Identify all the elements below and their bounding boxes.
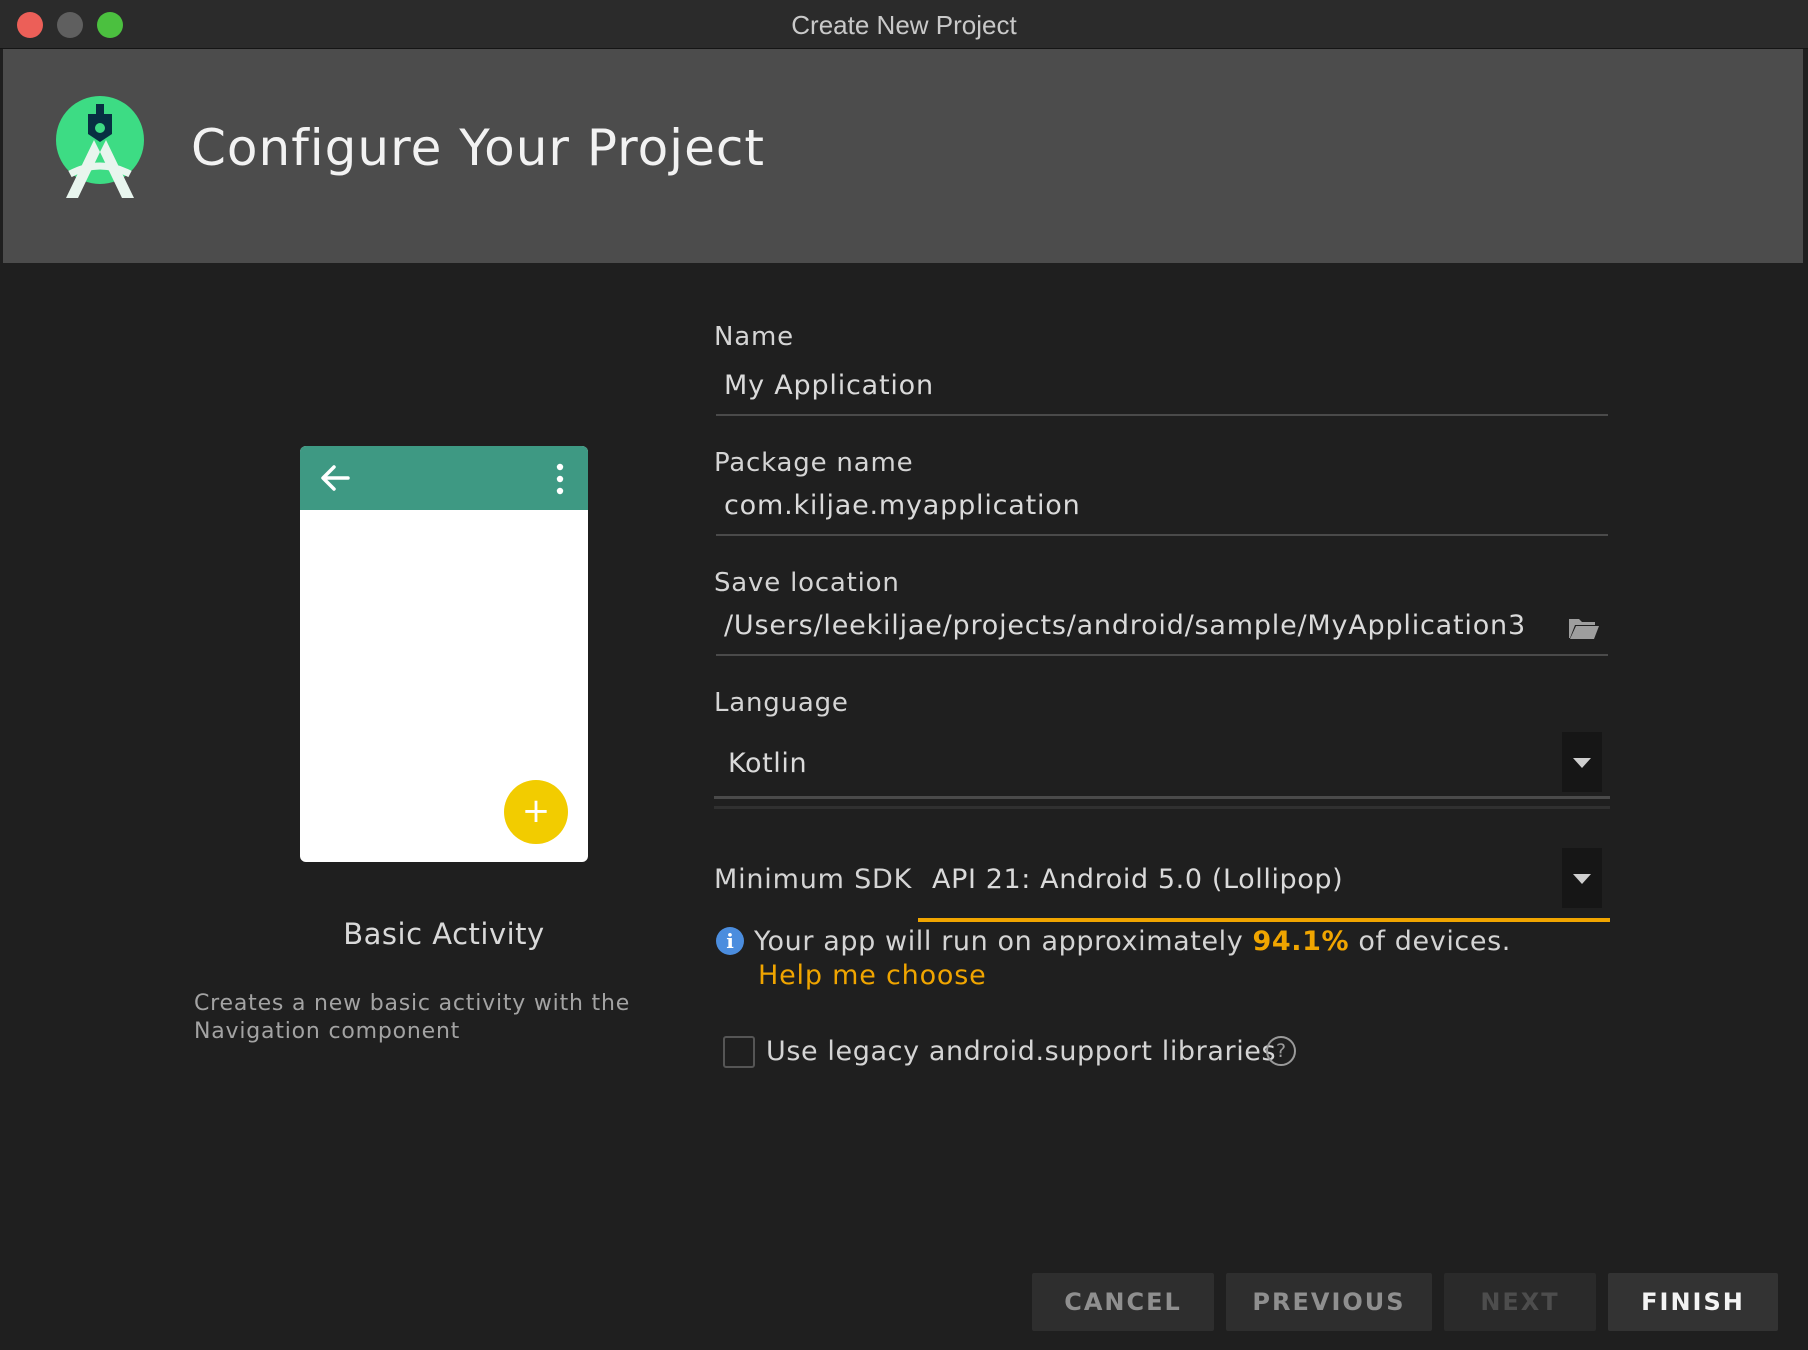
package-name-label: Package name xyxy=(714,448,914,478)
cancel-button[interactable]: CANCEL xyxy=(1032,1273,1214,1331)
language-label: Language xyxy=(714,688,849,718)
legacy-support-label[interactable]: Use legacy android.support libraries xyxy=(766,1036,1276,1067)
coverage-prefix: Your app will run on approximately xyxy=(754,926,1253,957)
preview-toolbar xyxy=(300,446,588,510)
save-location-input[interactable] xyxy=(724,610,1584,641)
minimum-sdk-value: API 21: Android 5.0 (Lollipop) xyxy=(932,864,1344,895)
wizard-header: Configure Your Project xyxy=(3,49,1803,263)
legacy-support-checkbox[interactable] xyxy=(723,1036,755,1068)
overflow-menu-icon xyxy=(556,463,564,495)
name-field[interactable] xyxy=(716,362,1608,416)
template-preview: + xyxy=(300,446,588,862)
coverage-suffix: of devices. xyxy=(1349,926,1511,957)
device-coverage-text: Your app will run on approximately 94.1%… xyxy=(754,926,1511,957)
section-divider xyxy=(714,806,1610,809)
create-project-window: Create New Project Configure Your Projec… xyxy=(0,0,1808,1350)
info-icon: i xyxy=(716,927,744,955)
title-bar: Create New Project xyxy=(0,0,1808,49)
package-name-field[interactable] xyxy=(716,482,1608,536)
template-name: Basic Activity xyxy=(343,917,545,951)
name-input[interactable] xyxy=(724,370,1584,401)
save-location-label: Save location xyxy=(714,568,900,598)
chevron-down-icon[interactable] xyxy=(1562,848,1602,908)
page-title: Configure Your Project xyxy=(191,119,765,177)
minimum-sdk-select[interactable]: API 21: Android 5.0 (Lollipop) xyxy=(918,848,1610,922)
name-label: Name xyxy=(714,322,794,352)
package-name-input[interactable] xyxy=(724,490,1584,521)
language-select[interactable]: Kotlin xyxy=(714,730,1610,799)
language-value: Kotlin xyxy=(728,748,808,779)
template-description: Creates a new basic activity with the Na… xyxy=(194,991,631,1044)
android-studio-logo-icon xyxy=(56,96,144,198)
folder-open-icon[interactable] xyxy=(1568,616,1600,640)
question-mark-icon[interactable]: ? xyxy=(1266,1036,1296,1066)
minimum-sdk-label: Minimum SDK xyxy=(714,864,913,895)
fab-add-icon: + xyxy=(504,780,568,844)
next-button[interactable]: NEXT xyxy=(1444,1273,1596,1331)
chevron-down-icon[interactable] xyxy=(1562,732,1602,792)
finish-button[interactable]: FINISH xyxy=(1608,1273,1778,1331)
coverage-percent: 94.1% xyxy=(1252,926,1350,957)
window-title: Create New Project xyxy=(791,10,1017,40)
help-me-choose-link[interactable]: Help me choose xyxy=(758,960,987,991)
previous-button[interactable]: PREVIOUS xyxy=(1226,1273,1432,1331)
arrow-back-icon xyxy=(321,465,350,491)
save-location-field[interactable] xyxy=(716,602,1608,656)
